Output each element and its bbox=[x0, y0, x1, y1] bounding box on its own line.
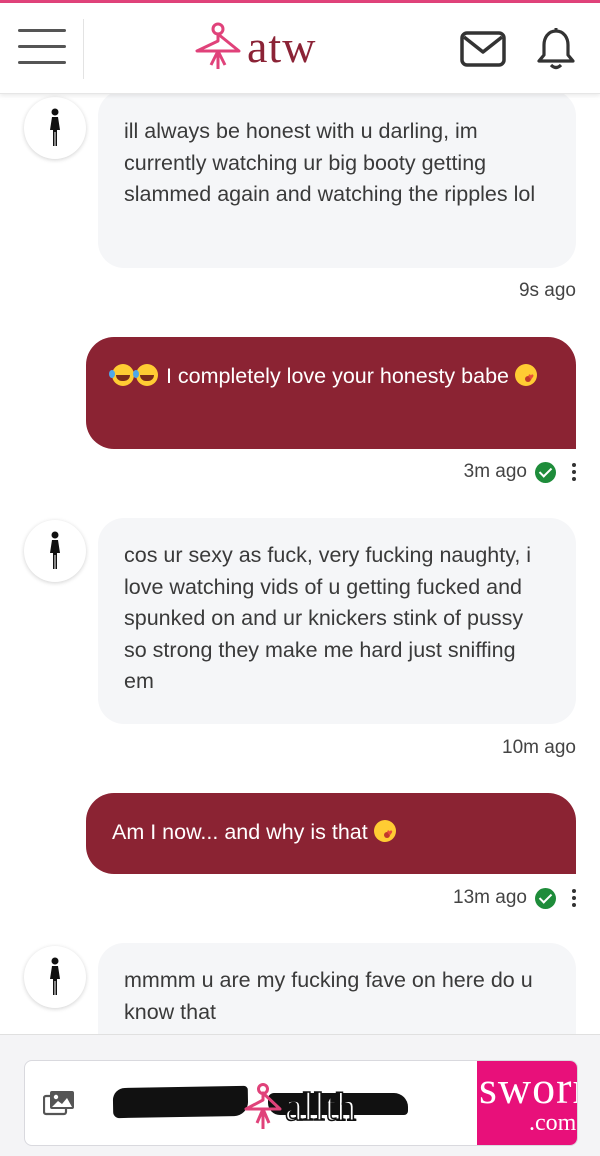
bell-icon[interactable] bbox=[536, 27, 576, 71]
chat-thread[interactable]: ill always be honest with u darling, im … bbox=[0, 94, 600, 1034]
delivered-check-icon bbox=[535, 887, 556, 909]
message-text: cos ur sexy as fuck, very fucking naught… bbox=[124, 543, 532, 693]
message-timestamp: 9s ago bbox=[518, 280, 576, 301]
message-text: I completely love your honesty babe bbox=[165, 364, 509, 388]
kiss-emoji-icon bbox=[373, 818, 396, 850]
footer-bar: allth sworn .com bbox=[0, 1034, 600, 1156]
ad-logo: allth bbox=[243, 1081, 357, 1133]
message-bubble-incoming: cos ur sexy as fuck, very fucking naught… bbox=[98, 518, 576, 724]
message-bubble-incoming: mmmm u are my fucking fave on here do u … bbox=[98, 943, 576, 1034]
message-bubble-outgoing: I completely love your honesty babe bbox=[86, 337, 576, 449]
woman-figure-icon bbox=[50, 531, 60, 569]
hamburger-menu-icon[interactable] bbox=[18, 29, 66, 67]
sender-avatar[interactable] bbox=[24, 97, 86, 159]
ad-pink-text: sworn bbox=[479, 1062, 577, 1113]
message-text: Am I now... and why is that bbox=[112, 820, 368, 844]
message-timestamp: 10m ago bbox=[502, 737, 576, 758]
message-options-icon[interactable] bbox=[572, 889, 576, 907]
laughing-emoji-icon bbox=[133, 364, 158, 386]
woman-figure-icon bbox=[50, 108, 60, 146]
message-bubble-outgoing: Am I now... and why is that bbox=[86, 793, 576, 874]
ad-banner-container: allth sworn .com bbox=[24, 1060, 578, 1146]
sender-avatar[interactable] bbox=[24, 520, 86, 582]
sender-avatar[interactable] bbox=[24, 946, 86, 1008]
hanger-icon bbox=[244, 1083, 282, 1129]
mail-icon[interactable] bbox=[460, 31, 506, 67]
image-gallery-icon[interactable] bbox=[25, 1061, 93, 1145]
delivered-check-icon bbox=[535, 461, 556, 483]
message-text: mmmm u are my fucking fave on here do u … bbox=[124, 968, 533, 1024]
header-divider bbox=[83, 19, 84, 79]
redaction-scribble bbox=[112, 1085, 249, 1119]
kiss-emoji-icon bbox=[514, 362, 537, 394]
site-logo[interactable]: atw bbox=[193, 21, 316, 73]
ad-pink-panel[interactable]: sworn .com bbox=[477, 1061, 577, 1145]
ad-text: allth bbox=[284, 1084, 357, 1129]
woman-figure-icon bbox=[50, 957, 60, 995]
hanger-icon bbox=[195, 22, 241, 69]
message-bubble-incoming: ill always be honest with u darling, im … bbox=[98, 94, 576, 268]
ad-pink-subtext: .com bbox=[529, 1110, 577, 1136]
app-header: atw bbox=[0, 3, 600, 94]
message-timestamp: 3m ago bbox=[464, 461, 576, 483]
laughing-emoji-icon bbox=[109, 364, 134, 386]
message-timestamp: 13m ago bbox=[453, 887, 576, 909]
message-options-icon[interactable] bbox=[572, 463, 576, 481]
logo-text: atw bbox=[247, 21, 317, 72]
message-text: ill always be honest with u darling, im … bbox=[124, 119, 536, 206]
ad-banner[interactable]: allth bbox=[93, 1061, 477, 1145]
